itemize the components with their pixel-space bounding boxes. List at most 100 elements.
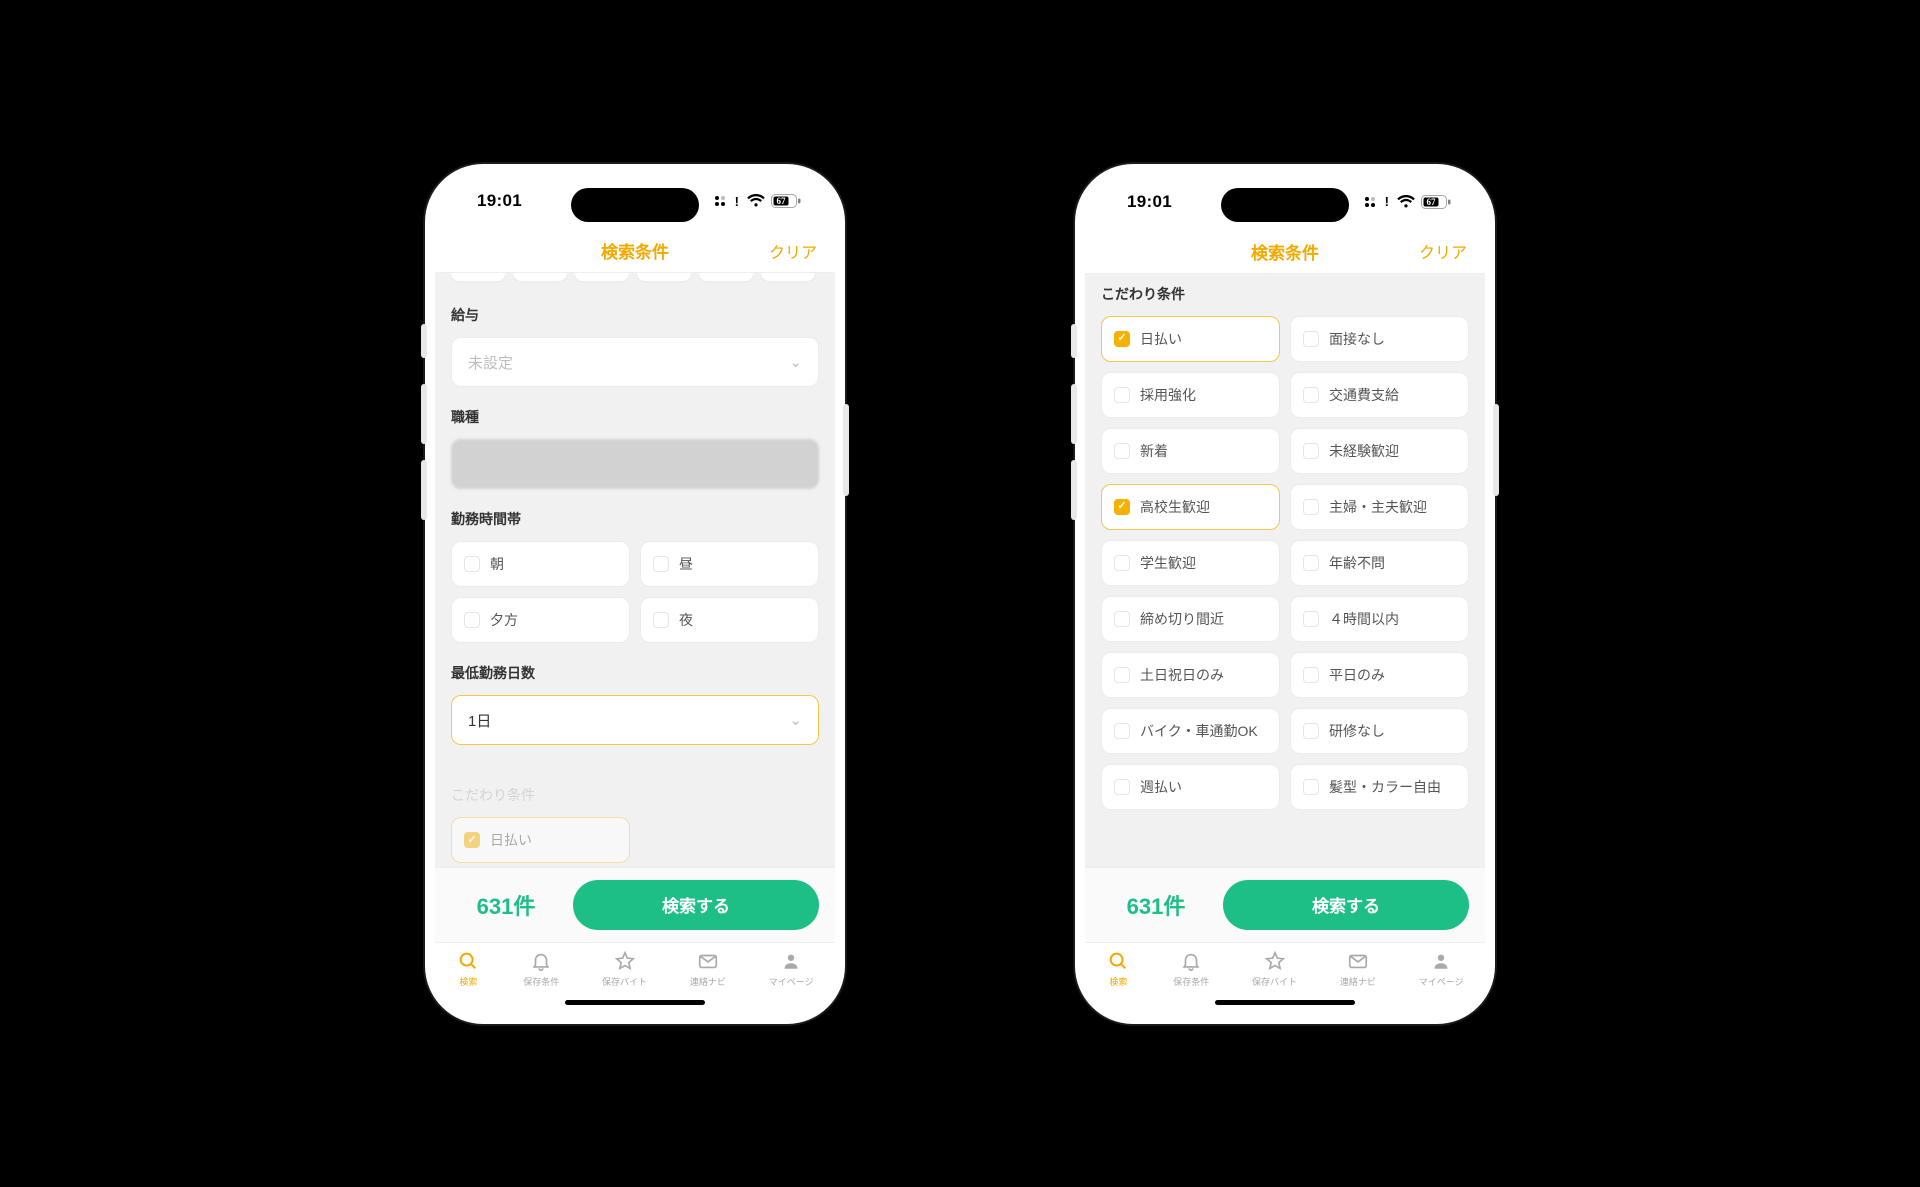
checkbox-icon: [1114, 779, 1130, 795]
phone-mock-right: 19:01 ! 67 検索条件 クリア: [1075, 164, 1495, 1024]
tab-mail[interactable]: 連絡ナビ: [690, 949, 726, 988]
tab-star[interactable]: 保存バイト: [1252, 949, 1297, 988]
checkbox-icon: [1303, 667, 1319, 683]
checkbox-icon: [1114, 555, 1130, 571]
checkbox-icon: [1303, 779, 1319, 795]
pref-chip[interactable]: 未経験歓迎: [1290, 428, 1469, 474]
search-button[interactable]: 検索する: [573, 880, 819, 930]
tab-label: マイページ: [769, 975, 814, 988]
pref-chip[interactable]: 髪型・カラー自由: [1290, 764, 1469, 810]
chip-label: 髪型・カラー自由: [1329, 777, 1441, 797]
pref-chip[interactable]: 土日祝日のみ: [1101, 652, 1280, 698]
star-icon: [1263, 949, 1287, 973]
chip-label: 年齢不問: [1329, 553, 1385, 573]
pref-chip[interactable]: 締め切り間近: [1101, 596, 1280, 642]
tab-bar: 検索保存条件 保存バイト 連絡ナビマイページ: [1085, 942, 1485, 992]
chip-label: バイク・車通勤OK: [1140, 721, 1258, 741]
status-time: 19:01: [1127, 192, 1172, 212]
pref-chip[interactable]: 高校生歓迎: [1101, 484, 1280, 530]
tab-label: 保存条件: [523, 975, 559, 988]
status-time: 19:01: [477, 191, 522, 211]
checkbox-checked-icon: [1114, 331, 1130, 347]
checkbox-icon: [1303, 555, 1319, 571]
chip-label: 研修なし: [1329, 721, 1385, 741]
pref-chip[interactable]: 日払い: [1101, 316, 1280, 362]
timeslot-label: 勤務時間帯: [451, 509, 819, 529]
content-scroll[interactable]: こだわり条件 日払い面接なし採用強化 交通費支給新着未経験歓迎高校生歓迎 主婦・主夫…: [1085, 274, 1485, 867]
jobtype-select[interactable]: [451, 439, 819, 489]
pref-chip[interactable]: 日払い: [451, 817, 630, 863]
checkbox-icon: [1114, 387, 1130, 403]
pref-chip[interactable]: 週払い: [1101, 764, 1280, 810]
timeslot-chip-morning[interactable]: 朝: [451, 541, 630, 587]
phone-mock-left: 19:01 ! 67 検索条件 クリア: [425, 164, 845, 1024]
tab-person[interactable]: マイページ: [1419, 949, 1464, 988]
chip-label: 主婦・主夫歓迎: [1329, 497, 1427, 517]
pref-chip[interactable]: 年齢不問: [1290, 540, 1469, 586]
checkbox-icon: [653, 556, 669, 572]
tab-bell[interactable]: 保存条件: [1173, 949, 1209, 988]
chip-label: 学生歓迎: [1140, 553, 1196, 573]
dynamic-island: [571, 188, 699, 222]
star-icon: [613, 949, 637, 973]
tab-label: マイページ: [1419, 975, 1464, 988]
pref-chip[interactable]: 研修なし: [1290, 708, 1469, 754]
checkbox-icon: [1303, 499, 1319, 515]
pref-chip[interactable]: 学生歓迎: [1101, 540, 1280, 586]
pref-chip[interactable]: 採用強化: [1101, 372, 1280, 418]
content-scroll[interactable]: 給与 未設定 ⌄ 職種 勤務時間帯 朝 昼 夕方 夜: [435, 273, 835, 866]
mindays-label: 最低勤務日数: [451, 663, 819, 683]
hw-volume-up: [421, 384, 427, 444]
tab-label: 保存条件: [1173, 975, 1209, 988]
mindays-select[interactable]: 1日 ⌄: [451, 695, 819, 745]
pref-chip[interactable]: ４時間以内: [1290, 596, 1469, 642]
tab-star[interactable]: 保存バイト: [602, 949, 647, 988]
tab-search[interactable]: 検索: [1106, 949, 1130, 988]
mail-icon: [1346, 949, 1370, 973]
tab-label: 保存バイト: [1252, 975, 1297, 988]
chip-label: 土日祝日のみ: [1140, 665, 1224, 685]
hw-volume-down: [1071, 460, 1077, 520]
clear-button[interactable]: クリア: [769, 239, 817, 263]
timeslot-chip-noon[interactable]: 昼: [640, 541, 819, 587]
clear-button[interactable]: クリア: [1419, 239, 1467, 263]
chevron-down-icon: ⌄: [789, 711, 802, 729]
wifi-icon: [747, 194, 765, 208]
page-title: 検索条件: [1251, 239, 1319, 264]
home-indicator: [435, 992, 835, 1014]
svg-text:67: 67: [1427, 197, 1437, 207]
checkbox-icon: [1303, 611, 1319, 627]
search-icon: [456, 949, 480, 973]
footer-action-bar: 631件 検索する: [435, 867, 835, 942]
home-indicator: [1085, 992, 1485, 1014]
chip-label: 週払い: [1140, 777, 1182, 797]
dynamic-island: [1221, 188, 1349, 222]
tab-mail[interactable]: 連絡ナビ: [1340, 949, 1376, 988]
prev-section-peek: [435, 273, 835, 291]
pref-chip[interactable]: バイク・車通勤OK: [1101, 708, 1280, 754]
pref-chip[interactable]: 新着: [1101, 428, 1280, 474]
search-button-label: 検索する: [1312, 892, 1380, 917]
hw-volume-down: [421, 460, 427, 520]
pref-chip[interactable]: 主婦・主夫歓迎: [1290, 484, 1469, 530]
timeslot-chip-night[interactable]: 夜: [640, 597, 819, 643]
battery-icon: 67: [1421, 195, 1451, 209]
person-icon: [779, 949, 803, 973]
preferences-label: こだわり条件: [1101, 284, 1469, 304]
hw-power: [843, 404, 849, 496]
checkbox-icon: [1303, 331, 1319, 347]
tab-person[interactable]: マイページ: [769, 949, 814, 988]
signal-exclaim-icon: !: [1385, 194, 1389, 209]
battery-icon: 67: [771, 194, 801, 208]
tab-search[interactable]: 検索: [456, 949, 480, 988]
tab-bell[interactable]: 保存条件: [523, 949, 559, 988]
pref-chip[interactable]: 面接なし: [1290, 316, 1469, 362]
salary-select[interactable]: 未設定 ⌄: [451, 337, 819, 387]
pref-chip[interactable]: 交通費支給: [1290, 372, 1469, 418]
pref-chip[interactable]: 平日のみ: [1290, 652, 1469, 698]
result-count: 631件: [451, 889, 561, 921]
timeslot-chip-evening[interactable]: 夕方: [451, 597, 630, 643]
search-button[interactable]: 検索する: [1223, 880, 1469, 930]
chevron-down-icon: ⌄: [789, 353, 802, 371]
chip-label: 採用強化: [1140, 385, 1196, 405]
